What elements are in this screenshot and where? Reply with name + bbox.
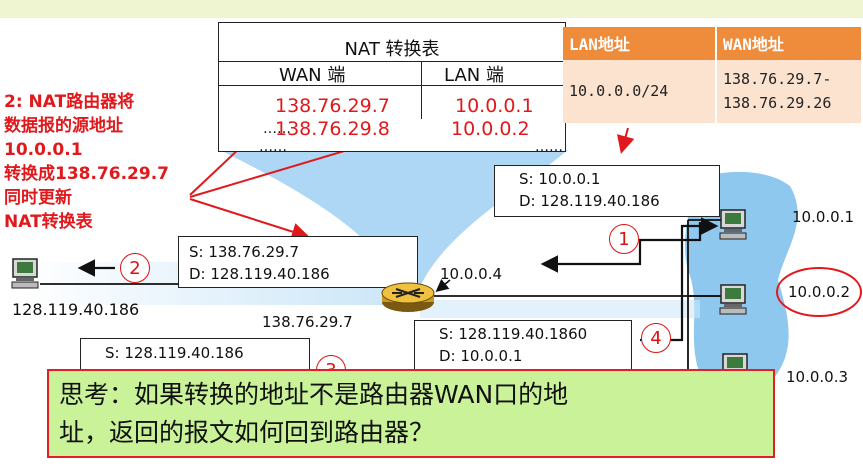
annotation-line4: 转换成138.76.29.7 (4, 164, 170, 184)
router-icon (381, 282, 435, 312)
annotation-line1: 2: NAT路由器将 (4, 92, 135, 112)
step-1-badge: 1 (609, 224, 639, 254)
packet-2-src: S: 138.76.29.7 (189, 243, 299, 261)
nat-table-title: NAT 转换表 (344, 39, 440, 60)
router-lan-address: 10.0.0.4 (440, 265, 503, 283)
annotation-line5: 同时更新 (4, 188, 72, 208)
packet-2-dst: D: 128.119.40.186 (189, 265, 330, 283)
host-1-address: 10.0.0.1 (792, 208, 855, 226)
nat-row2-lan: 10.0.0.2 (451, 118, 530, 140)
nat-annotation: 2: NAT路由器将 数据报的源地址 10.0.0.1 转换成138.76.29… (4, 90, 169, 234)
question-line1: 思考：如果转换的地址不是路由器WAN口的地 (59, 380, 569, 409)
nat-table: NAT 转换表 WAN 端 LAN 端 138.76.29.7 10.0.0.1… (218, 22, 566, 155)
nat-row1-wan: 138.76.29.7 (275, 95, 390, 117)
packet-1: S: 10.0.0.1 D: 128.119.40.186 (494, 165, 720, 217)
wan-header: WAN地址 (716, 27, 863, 60)
host-3-address: 10.0.0.3 (786, 368, 849, 386)
lan-host-2-computer-icon (719, 284, 747, 315)
nat-ellipsis-bottom-right: …… (535, 139, 563, 155)
host-2-address: 10.0.0.2 (788, 283, 851, 301)
wan-value-2: 138.76.29.26 (723, 94, 832, 113)
remote-host-address: 128.119.40.186 (12, 300, 140, 319)
remote-host-computer-icon (11, 258, 39, 289)
nat-col-wan: WAN 端 (279, 65, 346, 86)
lan-value: 10.0.0.0/24 (563, 59, 717, 123)
lan-host-1-computer-icon (719, 209, 747, 240)
annotation-line2: 数据报的源地址 (4, 116, 123, 136)
lan-header: LAN地址 (563, 27, 717, 60)
think-question-box: 思考：如果转换的地址不是路由器WAN口的地 址，返回的报文如何回到路由器？ (47, 369, 775, 458)
packet-1-dst: D: 128.119.40.186 (519, 192, 660, 210)
step-4-badge: 4 (641, 323, 671, 353)
packet-4-src: S: 128.119.40.1860 (439, 325, 588, 343)
annotation-line6: NAT转换表 (4, 212, 93, 232)
nat-ellipsis-bottom-left: …… (259, 139, 287, 155)
router-wan-address: 138.76.29.7 (262, 313, 353, 331)
nat-row2-wan: 138.76.29.8 (275, 118, 390, 140)
packet-4-dst: D: 10.0.0.1 (439, 347, 523, 365)
annotation-line3: 10.0.0.1 (4, 140, 83, 160)
lan-strip (420, 300, 700, 318)
nat-row1-lan: 10.0.0.1 (455, 95, 534, 117)
packet-1-src: S: 10.0.0.1 (519, 170, 601, 188)
packet-4: S: 128.119.40.1860 D: 10.0.0.1 (414, 320, 632, 372)
step-2-badge: 2 (120, 253, 150, 283)
nat-col-lan: LAN 端 (444, 65, 504, 86)
question-line2: 址，返回的报文如何回到路由器？ (59, 418, 435, 447)
lan-wan-table: LAN地址 WAN地址 10.0.0.0/24 138.76.29.7- 138… (563, 27, 863, 123)
packet-3-src: S: 128.119.40.186 (105, 344, 244, 362)
wan-value-1: 138.76.29.7- (723, 70, 832, 89)
